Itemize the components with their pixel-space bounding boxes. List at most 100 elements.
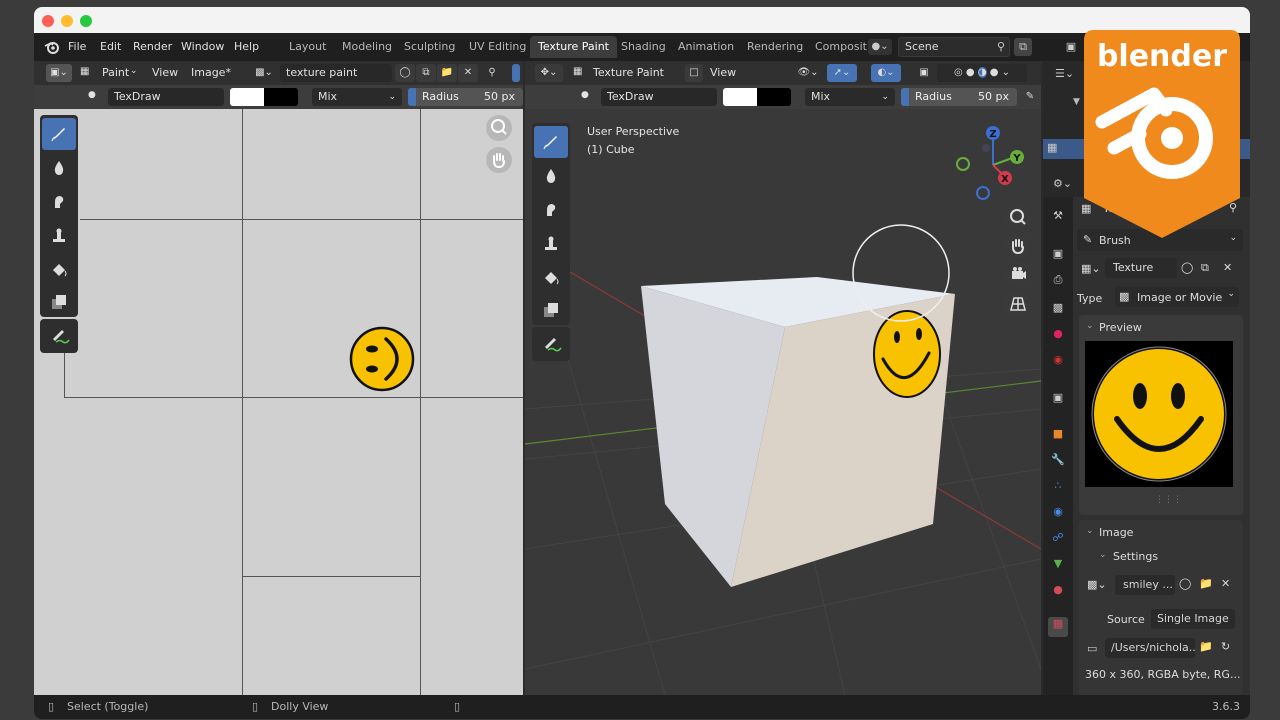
soften-tool[interactable]: [534, 160, 568, 192]
tab-constraints-icon[interactable]: ☍: [1048, 531, 1068, 551]
viewport-view-menu[interactable]: View: [710, 66, 736, 79]
new-scene-icon[interactable]: ⧉: [1014, 38, 1032, 56]
soften-tool[interactable]: [42, 152, 76, 184]
pin-icon[interactable]: ⚲: [482, 64, 502, 82]
open-image-folder-icon[interactable]: 📁: [437, 64, 457, 82]
image-name-field[interactable]: texture paint image: [280, 64, 392, 97]
blend-mode-dropdown[interactable]: Mix ⌄: [805, 88, 895, 106]
tab-output-icon[interactable]: ⎙: [1048, 273, 1068, 293]
unlink-texture-close-icon[interactable]: ✕: [1223, 261, 1232, 274]
tab-world-icon[interactable]: ◉: [1048, 353, 1068, 373]
image-source-dropdown[interactable]: Single Image: [1151, 609, 1235, 629]
annotate-tool[interactable]: [534, 328, 568, 360]
mask-tool[interactable]: [534, 294, 568, 326]
tab-animation[interactable]: Animation: [670, 36, 742, 58]
texture-browse-icon[interactable]: ▦⌄: [1081, 262, 1101, 275]
gizmo-toggle-icon[interactable]: ➚⌄: [827, 64, 857, 82]
paint-mode-dropdown[interactable]: Paint: [102, 66, 129, 79]
smear-tool[interactable]: [42, 186, 76, 218]
radius-slider[interactable]: Radius 50 px: [901, 88, 1017, 106]
editor-type-icon[interactable]: ▣⌄: [46, 64, 72, 82]
interaction-mode-dropdown[interactable]: Texture Paint: [593, 66, 664, 79]
new-image-icon[interactable]: ⧉: [416, 64, 436, 82]
clone-tool[interactable]: [42, 220, 76, 252]
tab-modeling[interactable]: Modeling: [334, 36, 400, 58]
zoom-nav-button[interactable]: [486, 115, 512, 141]
unlink-image-close-icon[interactable]: ✕: [1221, 577, 1230, 590]
tab-uv-editing[interactable]: UV Editing: [461, 36, 534, 58]
view-layer-icon[interactable]: ▣: [1062, 38, 1080, 56]
collapse-arrow-icon[interactable]: ⌄: [1099, 550, 1107, 560]
open-image-folder-icon[interactable]: 📁: [1199, 577, 1213, 590]
menu-file[interactable]: File: [68, 40, 86, 53]
image-menu[interactable]: Image*: [191, 66, 231, 79]
tab-data-icon[interactable]: ▼: [1048, 557, 1068, 577]
image-canvas[interactable]: [34, 109, 523, 695]
tab-view-layer-icon[interactable]: ▩: [1048, 301, 1068, 321]
image-browse-icon[interactable]: ▩⌄: [252, 64, 276, 82]
tab-material-icon[interactable]: ●: [1048, 583, 1068, 603]
menu-window[interactable]: Window: [181, 40, 224, 53]
sidebar-toggle-icon[interactable]: [512, 64, 520, 82]
navigation-gizmo[interactable]: Z Y X: [953, 121, 1033, 201]
texture-name-field[interactable]: Texture: [1105, 258, 1177, 278]
overlays-toggle-icon[interactable]: ◐⌄: [871, 64, 901, 82]
minimize-window-button[interactable]: [61, 15, 73, 27]
pressure-pen-icon[interactable]: ✎: [1021, 88, 1039, 106]
tab-layout[interactable]: Layout: [281, 36, 334, 58]
shading-mode-selector[interactable]: ◎ ● ◑ ● ⌄: [937, 64, 1027, 82]
properties-editor-type-icon[interactable]: ⚙⌄: [1053, 177, 1072, 190]
xray-toggle-icon[interactable]: ▣: [915, 64, 933, 82]
mask-tool[interactable]: [42, 286, 76, 318]
outliner-editor-type-icon[interactable]: ☰⌄: [1055, 67, 1081, 85]
brush-name-field[interactable]: TexDraw: [601, 88, 717, 106]
reload-image-icon[interactable]: ↻: [1221, 640, 1230, 653]
paint-mask-toggle-icon[interactable]: □: [685, 64, 703, 82]
unlink-image-close-icon[interactable]: ✕: [458, 64, 478, 82]
editor-type-icon[interactable]: ✥⌄: [535, 64, 563, 82]
secondary-color-swatch[interactable]: [264, 88, 298, 106]
primary-color-swatch[interactable]: [723, 88, 757, 106]
pin-icon[interactable]: ⚲: [992, 38, 1010, 56]
texture-type-dropdown[interactable]: ▩ Image or Movie ⌄: [1115, 287, 1239, 307]
fake-user-shield-icon[interactable]: ◯: [395, 64, 415, 82]
collapse-arrow-icon[interactable]: ⌄: [1086, 321, 1094, 331]
fake-user-shield-icon[interactable]: ◯: [1179, 577, 1191, 590]
fill-tool[interactable]: [42, 254, 76, 286]
3d-viewport[interactable]: ✥⌄ ▦ Texture Paint □ View 👁⌄ ➚⌄ ◐⌄ ▣ ◎ ●…: [525, 61, 1041, 695]
new-texture-icon[interactable]: ⧉: [1201, 261, 1209, 275]
image-name-field[interactable]: smiley ...: [1115, 575, 1175, 595]
collapse-arrow-icon[interactable]: ▼: [1073, 97, 1080, 107]
draw-brush-tool[interactable]: [534, 126, 568, 158]
zoom-window-button[interactable]: [80, 15, 92, 27]
tab-physics-icon[interactable]: ◉: [1048, 505, 1068, 525]
smear-tool[interactable]: [534, 194, 568, 226]
tab-texture-paint[interactable]: Texture Paint: [530, 36, 617, 58]
tab-modifier-wrench-icon[interactable]: 🔧: [1048, 453, 1068, 473]
tab-rendering[interactable]: Rendering: [739, 36, 811, 58]
collapse-arrow-icon[interactable]: ⌄: [1086, 526, 1094, 536]
view-menu[interactable]: View: [152, 66, 178, 79]
object-visibility-icon[interactable]: 👁⌄: [793, 64, 823, 82]
tab-scene-icon[interactable]: ●: [1048, 327, 1068, 347]
blend-mode-dropdown[interactable]: Mix ⌄: [312, 88, 402, 106]
tab-shading[interactable]: Shading: [613, 36, 674, 58]
open-file-folder-icon[interactable]: 📁: [1199, 640, 1213, 653]
pan-nav-button[interactable]: [1005, 233, 1031, 259]
menu-edit[interactable]: Edit: [100, 40, 121, 53]
draw-brush-tool[interactable]: [42, 118, 76, 150]
radius-slider[interactable]: Radius 50 px: [408, 88, 523, 106]
pan-nav-button[interactable]: [486, 147, 512, 173]
perspective-toggle-button[interactable]: [1005, 291, 1031, 317]
tab-tool-icon[interactable]: ⚒: [1048, 209, 1068, 229]
brush-name-field[interactable]: TexDraw: [108, 88, 224, 106]
annotate-tool[interactable]: [42, 320, 76, 352]
blender-logo-icon[interactable]: [44, 40, 60, 54]
secondary-color-swatch[interactable]: [757, 88, 791, 106]
fake-user-shield-icon[interactable]: ◯: [1181, 261, 1193, 274]
image-browse-icon[interactable]: ▩⌄: [1087, 578, 1107, 591]
scene-selector-icon[interactable]: ●⌄: [868, 39, 892, 55]
menu-render[interactable]: Render: [133, 40, 172, 53]
tab-object-icon[interactable]: ■: [1048, 427, 1068, 447]
image-filepath-field[interactable]: /Users/nichola...: [1105, 638, 1195, 658]
